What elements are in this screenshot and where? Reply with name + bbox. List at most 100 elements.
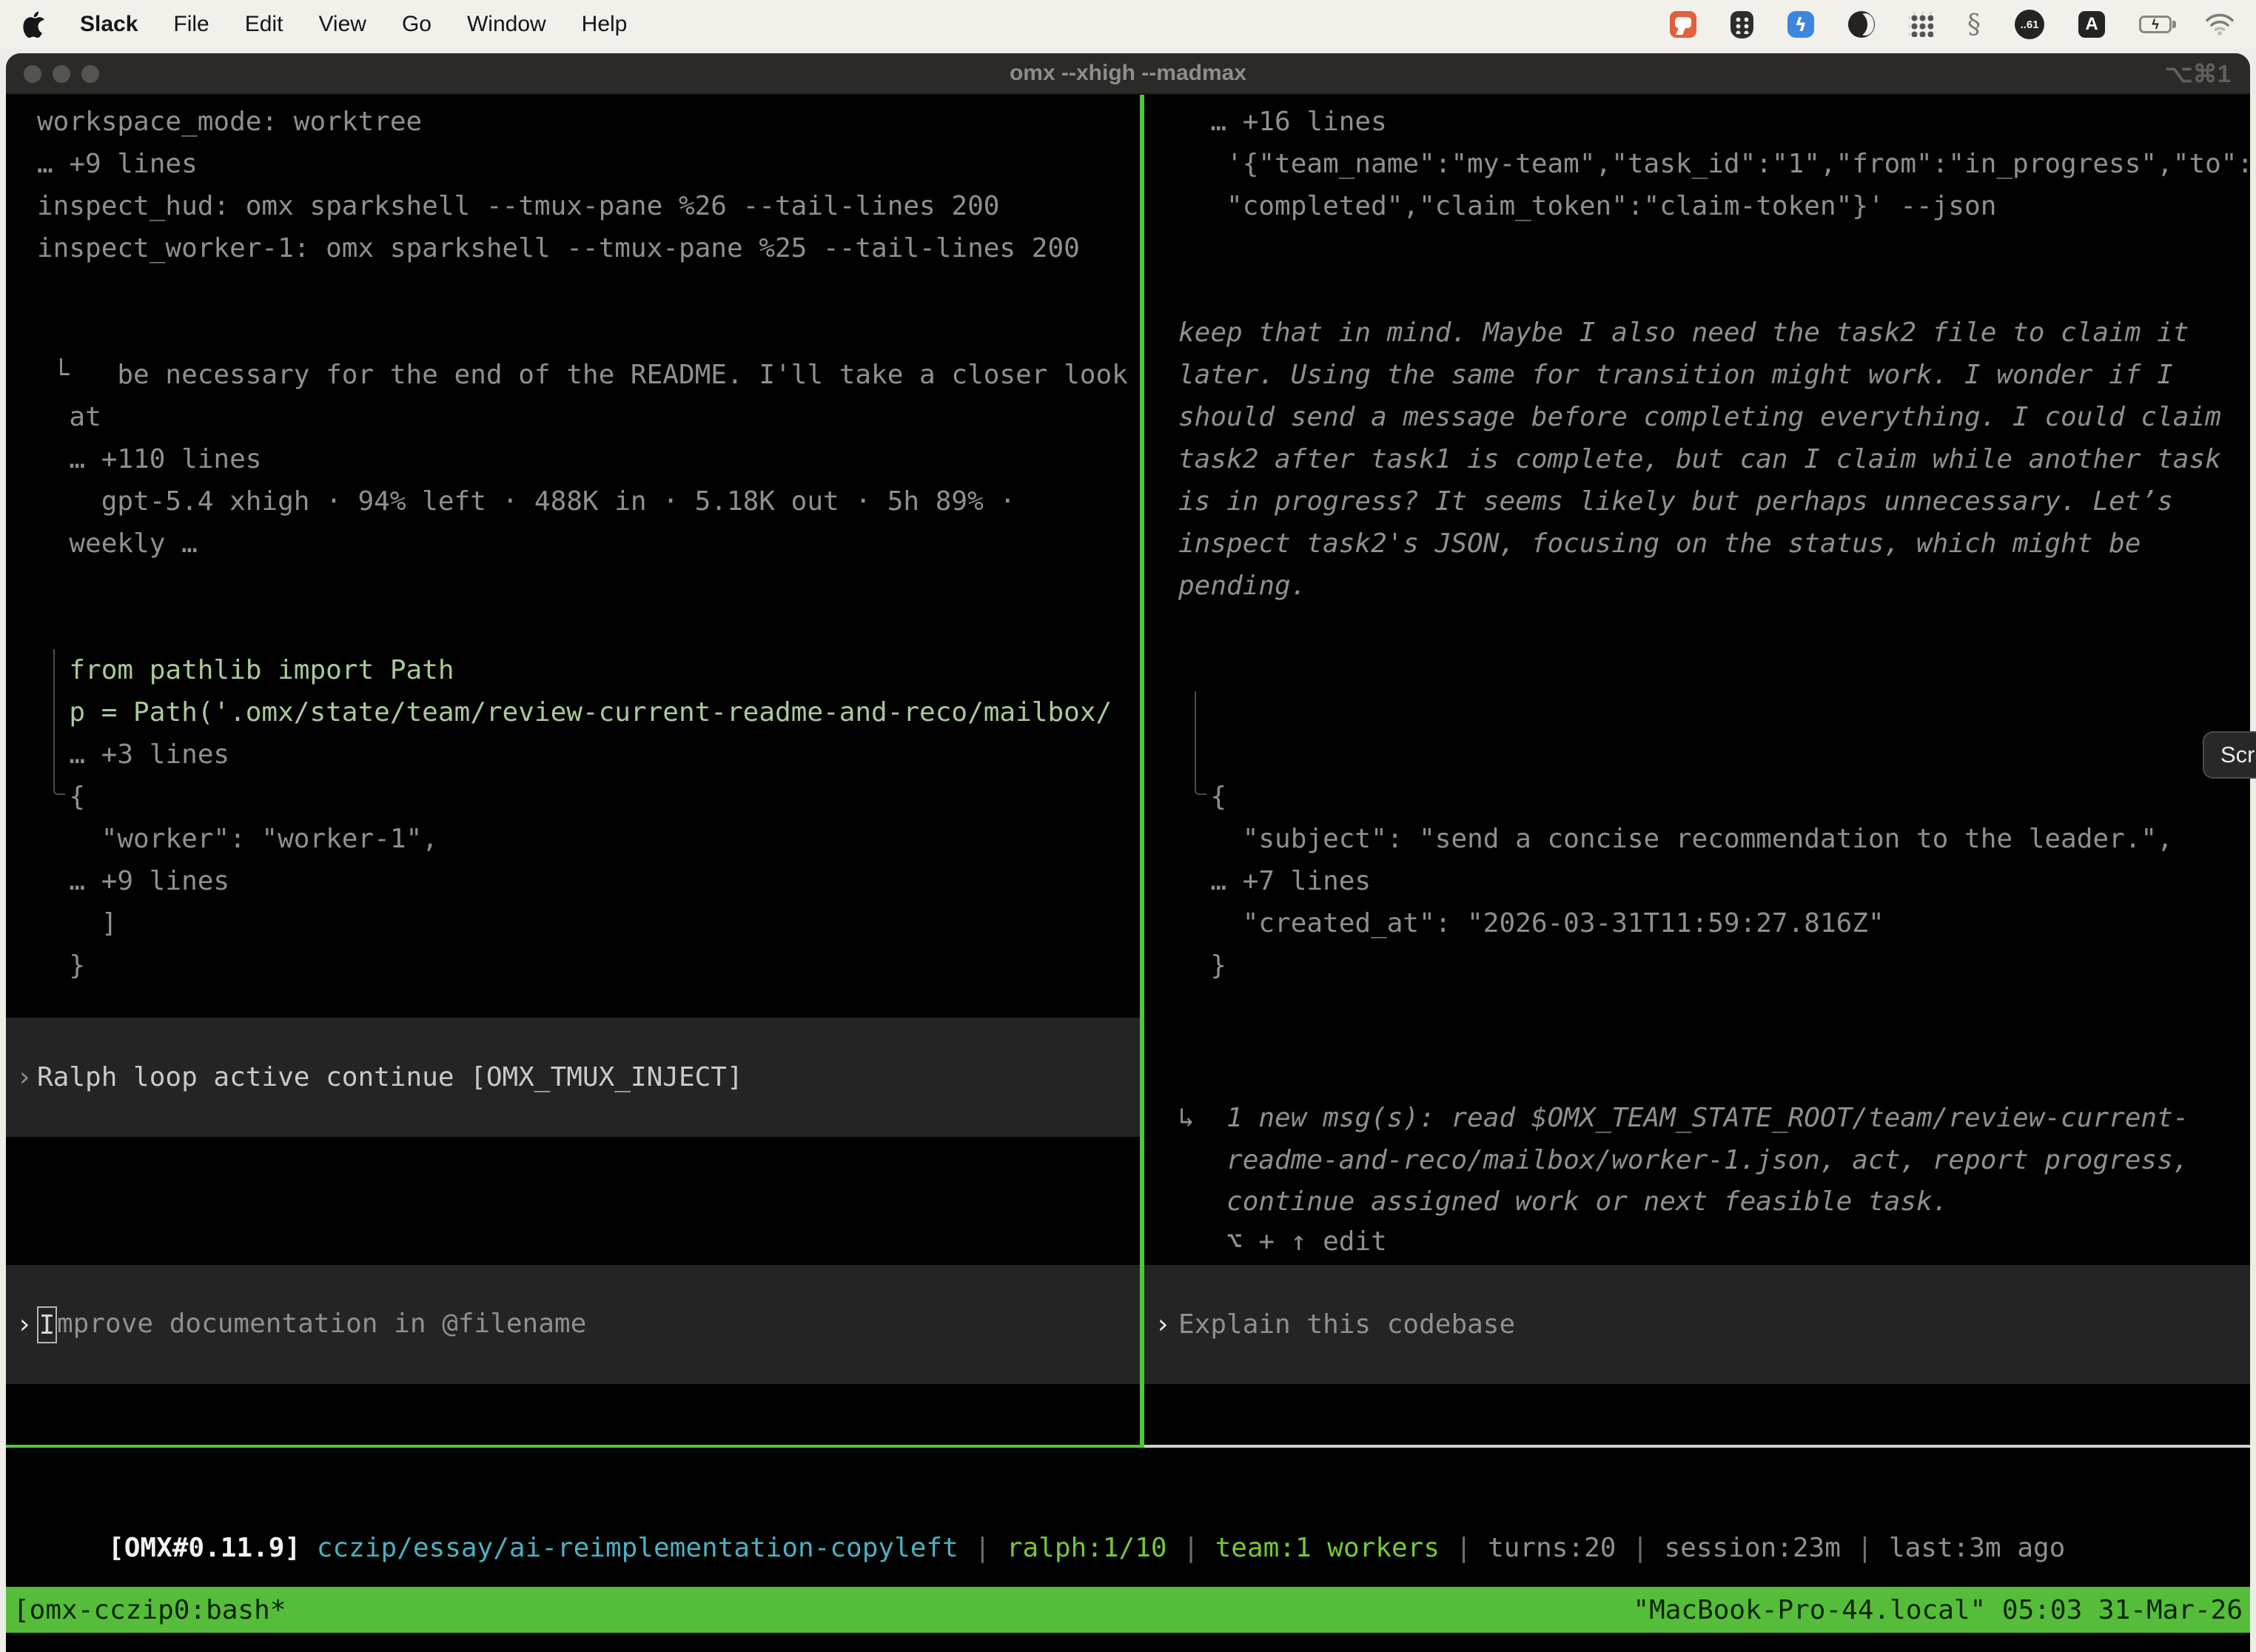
window-bottom-filler	[6, 1633, 2250, 1652]
output-line: "created_at": "2026-03-31T11:59:27.816Z"	[1144, 902, 2250, 944]
output-line: {	[6, 776, 1140, 818]
menu-item-view[interactable]: View	[318, 12, 366, 37]
section-sign-icon[interactable]: §	[1967, 10, 1981, 40]
collapsed-lines-indicator: … +3 lines	[6, 733, 1140, 776]
output-line: "subject": "send a concise recommendatio…	[1144, 818, 2250, 860]
prompt-chevron-icon: ›	[16, 1309, 33, 1340]
thinking-line: keep that in mind. Maybe I also need the…	[1144, 312, 2250, 354]
window-titlebar[interactable]: omx --xhigh --madmax ⌥⌘1	[6, 53, 2250, 95]
minimize-window-button[interactable]	[53, 65, 70, 83]
output-line: }	[6, 944, 1140, 987]
menu-item-file[interactable]: File	[173, 12, 209, 37]
blank-line	[1144, 607, 2250, 649]
output-line: gpt-5.4 xhigh · 94% left · 488K in · 5.1…	[6, 480, 1140, 523]
output-line: {	[1144, 776, 2250, 818]
apple-menu-icon[interactable]	[22, 11, 44, 38]
dots-grid-icon[interactable]	[1909, 13, 1933, 37]
menu-item-edit[interactable]: Edit	[245, 12, 283, 37]
prompt-input-band[interactable]: › Explain this codebase	[1144, 1265, 2250, 1384]
edit-shortcut-hint: ⌥ + ↑ edit	[1144, 1220, 2250, 1263]
tmux-host-clock: "MacBook-Pro-44.local" 05:03 31-Mar-26	[1633, 1595, 2243, 1625]
omx-session-timer: session:23m	[1664, 1533, 1840, 1563]
text-cursor: I	[37, 1306, 57, 1343]
mailbox-message-line: ↳ 1 new msg(s): read $OMX_TEAM_STATE_ROO…	[1144, 1097, 2250, 1139]
inject-message-band: › Ralph loop active continue [OMX_TMUX_I…	[6, 1018, 1140, 1137]
output-line: "completed","claim_token":"claim-token"}…	[1144, 185, 2250, 227]
close-window-button[interactable]	[24, 65, 41, 83]
omx-status-line: [OMX#0.11.9] cczip/essay/ai-reimplementa…	[12, 1485, 2065, 1527]
omx-session-path: cczip/essay/ai-reimplementation-copyleft	[301, 1533, 959, 1563]
collapsed-lines-indicator: … +9 lines	[6, 860, 1140, 902]
menu-item-go[interactable]: Go	[402, 12, 432, 37]
terminal-window: omx --xhigh --madmax ⌥⌘1 workspace_mode:…	[6, 53, 2250, 1652]
omx-status-area: [OMX#0.11.9] cczip/essay/ai-reimplementa…	[6, 1448, 2250, 1587]
collapsed-lines-indicator: … +16 lines	[1144, 101, 2250, 143]
zoom-window-button[interactable]	[81, 65, 99, 83]
prompt-chevron-icon: ›	[1155, 1309, 1171, 1340]
chat-app-icon[interactable]	[1670, 11, 1696, 38]
thinking-line: inspect task2's JSON, focusing on the st…	[1144, 523, 2250, 565]
ran-command-line: •Ran python3 - <<'PY'	[6, 607, 1140, 649]
prompt-chevron-icon: ›	[16, 1062, 33, 1092]
menu-app-name[interactable]: Slack	[80, 12, 138, 37]
blue-lightning-icon[interactable]: ϟ	[1787, 11, 1814, 38]
right-pane[interactable]: … +16 lines '{"team_name":"my-team","tas…	[1144, 95, 2250, 1445]
thinking-line: task2 after task1 is complete, but can I…	[1144, 438, 2250, 480]
blank-line	[6, 565, 1140, 607]
terminal-content: workspace_mode: worktree … +9 lines insp…	[6, 95, 2250, 1445]
output-line: workspace_mode: worktree	[6, 101, 1140, 143]
omx-version-badge: [OMX#0.11.9]	[108, 1533, 301, 1563]
output-line: inspect_hud: omx sparkshell --tmux-pane …	[6, 185, 1140, 227]
shield-keypad-icon[interactable]	[1730, 11, 1753, 38]
thinking-line: should send a message before completing …	[1144, 396, 2250, 438]
collapsed-lines-indicator: … +110 lines	[6, 438, 1140, 480]
mailbox-message-line: continue assigned work or next feasible …	[1144, 1181, 2250, 1223]
code-line: p = Path('.omx/state/team/review-current…	[6, 691, 1140, 733]
crescent-circle-icon[interactable]	[1848, 11, 1875, 38]
waiting-status-line: •Waiting for background terminal (3m 46s…	[1144, 1013, 2250, 1055]
blank-line	[6, 269, 1140, 312]
omx-last-activity: last:3m ago	[1889, 1533, 2065, 1563]
screen-overlay-button[interactable]: Scre	[2203, 731, 2256, 779]
wifi-icon[interactable]	[2206, 13, 2234, 36]
collapsed-lines-indicator: … +7 lines	[1144, 860, 2250, 902]
window-title: omx --xhigh --madmax	[1010, 61, 1246, 86]
left-pane[interactable]: workspace_mode: worktree … +9 lines insp…	[6, 95, 1140, 1445]
code-line: cat "$OMX_TEAM_STATE_ROOT/team/review-cu…	[1144, 691, 2250, 733]
output-line: inspect_worker-1: omx sparkshell --tmux-…	[6, 227, 1140, 269]
output-line: at	[6, 396, 1140, 438]
omx-turns-counter: turns:20	[1488, 1533, 1616, 1563]
working-status-line: •Working (6m 38s • esc to interrupt)	[6, 1178, 1140, 1220]
output-line: ]	[6, 902, 1140, 944]
window-shortcut-badge: ⌥⌘1	[2165, 59, 2231, 88]
code-line: tasks/task-2.json"	[1144, 733, 2250, 776]
output-line: └ be necessary for the end of the README…	[6, 354, 1140, 396]
blank-line	[1144, 227, 2250, 269]
prompt-placeholder: Explain this codebase	[1178, 1309, 1515, 1340]
omx-team-counter: team:1 workers	[1215, 1533, 1440, 1563]
collapsed-lines-indicator: … +9 lines	[6, 143, 1140, 185]
output-line: '{"team_name":"my-team","task_id":"1","f…	[1144, 143, 2250, 185]
output-line: "worker": "worker-1",	[6, 818, 1140, 860]
menu-item-window[interactable]: Window	[467, 12, 546, 37]
prompt-input-band[interactable]: › Improve documentation in @filename	[6, 1265, 1140, 1384]
mailbox-message-line: readme-and-reco/mailbox/worker-1.json, a…	[1144, 1139, 2250, 1181]
command-output-connector	[53, 649, 65, 795]
thinking-line: later. Using the same for transition mig…	[1144, 354, 2250, 396]
thinking-line: •I need to get the claim token from the …	[1144, 269, 2250, 312]
pane-status-line: gpt-5.4 xhigh · essay/ai-reimplementatio…	[6, 1387, 1140, 1429]
output-line: weekly …	[6, 523, 1140, 565]
battery-icon[interactable]: ϟ	[2139, 16, 2172, 33]
ran-command-line: •Ran set -euo pipefail	[1144, 649, 2250, 691]
code-line: from pathlib import Path	[6, 649, 1140, 691]
thinking-line: is in progress? It seems likely but perh…	[1144, 480, 2250, 523]
pane-status-line: gpt-5.4 xhigh · 94% left · 488K in · 5.1…	[1144, 1387, 2250, 1429]
command-output-connector	[1195, 691, 1206, 795]
menu-item-help[interactable]: Help	[582, 12, 628, 37]
percent-badge-icon[interactable]: ..61	[2015, 10, 2044, 39]
input-source-icon[interactable]: A	[2078, 11, 2105, 38]
prompt-placeholder: mprove documentation in @filename	[57, 1309, 586, 1339]
tmux-status-bar: [omx-cczip0:bash* "MacBook-Pro-44.local"…	[6, 1587, 2250, 1633]
thinking-line: pending.	[1144, 565, 2250, 607]
output-line: }	[1144, 944, 2250, 987]
